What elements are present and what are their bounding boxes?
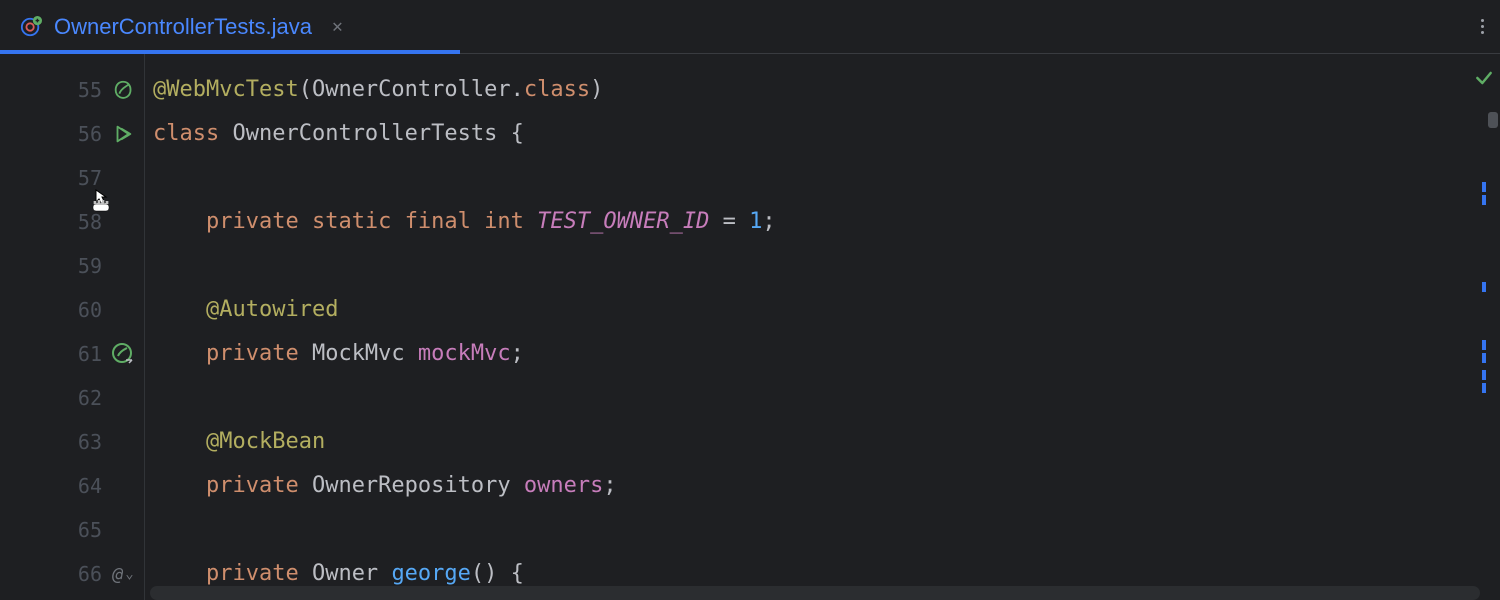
code-line: @WebMvcTest(OwnerController.class) [153,68,1500,112]
gutter-line[interactable]: 61 [0,332,144,376]
scrollbar-horizontal[interactable] [150,586,1480,600]
right-gutter [1474,54,1500,600]
gutter: 55 56 57 58 59 60 61 [0,54,145,600]
tab-close-icon[interactable]: ✕ [332,16,343,37]
scrollbar-thumb[interactable] [1488,112,1498,128]
line-number: 60 [70,298,102,322]
code-line: class OwnerControllerTests { [153,112,1500,156]
code-line [153,244,1500,288]
gutter-line[interactable]: 60 [0,288,144,332]
mouse-cursor-icon [88,184,116,216]
gutter-line[interactable]: 63 [0,420,144,464]
tab-title: OwnerControllerTests.java [54,14,312,40]
tab-bar: OwnerControllerTests.java ✕ [0,0,1500,54]
line-number: 66 [70,562,102,586]
more-actions-icon[interactable] [1481,19,1484,34]
chevron-down-icon: ⌄ [125,566,133,582]
code-line: @MockBean [153,420,1500,464]
gutter-line[interactable]: 55 [0,68,144,112]
editor: 55 56 57 58 59 60 61 [0,54,1500,600]
gutter-line[interactable]: 64 [0,464,144,508]
code-line [153,508,1500,552]
line-number: 61 [70,342,102,366]
override-icon[interactable]: @ ⌄ [110,561,136,587]
line-number: 63 [70,430,102,454]
spring-bean-icon[interactable] [110,341,136,367]
line-number: 64 [70,474,102,498]
spring-icon[interactable] [110,77,136,103]
java-test-file-icon [20,16,42,38]
gutter-line[interactable]: 59 [0,244,144,288]
line-number: 62 [70,386,102,410]
line-number: 59 [70,254,102,278]
marker-icon[interactable] [1482,182,1486,205]
marker-icon[interactable] [1482,340,1486,363]
gutter-line[interactable]: 57 [0,156,144,200]
inspection-ok-icon[interactable] [1474,68,1494,92]
code-line: private static final int TEST_OWNER_ID =… [153,200,1500,244]
code-line: @Autowired [153,288,1500,332]
marker-icon[interactable] [1482,370,1486,393]
code-line: private OwnerRepository owners; [153,464,1500,508]
code-line [153,156,1500,200]
gutter-line[interactable]: 62 [0,376,144,420]
line-number: 56 [70,122,102,146]
gutter-line[interactable]: 56 [0,112,144,156]
marker-icon[interactable] [1482,282,1486,292]
line-number: 65 [70,518,102,542]
run-test-icon[interactable] [110,121,136,147]
code-line: private MockMvc mockMvc; [153,332,1500,376]
gutter-line[interactable]: 58 [0,200,144,244]
code-area[interactable]: @WebMvcTest(OwnerController.class) class… [145,54,1500,600]
tab-file[interactable]: OwnerControllerTests.java ✕ [0,0,357,53]
line-number: 55 [70,78,102,102]
gutter-line[interactable]: 65 [0,508,144,552]
gutter-line[interactable]: 66 @ ⌄ [0,552,144,596]
code-line [153,376,1500,420]
